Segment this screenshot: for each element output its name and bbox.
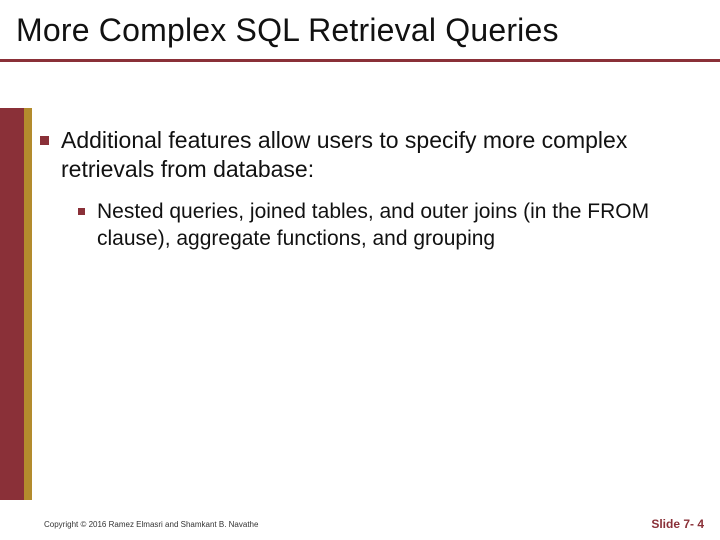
title-area: More Complex SQL Retrieval Queries	[0, 0, 720, 62]
footer: Copyright © 2016 Ramez Elmasri and Shamk…	[0, 508, 720, 540]
copyright-text: Copyright © 2016 Ramez Elmasri and Shamk…	[44, 520, 258, 529]
slide-title: More Complex SQL Retrieval Queries	[16, 12, 704, 49]
slide: More Complex SQL Retrieval Queries Addit…	[0, 0, 720, 540]
content: Additional features allow users to speci…	[40, 126, 702, 500]
bullet-level2: Nested queries, joined tables, and outer…	[78, 199, 702, 253]
bullet-level1: Additional features allow users to speci…	[40, 126, 702, 185]
bullet-level1-text: Additional features allow users to speci…	[61, 126, 702, 185]
bullet-level2-text: Nested queries, joined tables, and outer…	[97, 199, 702, 253]
side-accent-red	[0, 108, 24, 500]
slide-number: Slide 7- 4	[651, 517, 704, 531]
body-area: Additional features allow users to speci…	[0, 108, 720, 500]
side-accent-gold	[24, 108, 32, 500]
square-bullet-icon	[40, 136, 49, 145]
square-bullet-icon	[78, 208, 85, 215]
